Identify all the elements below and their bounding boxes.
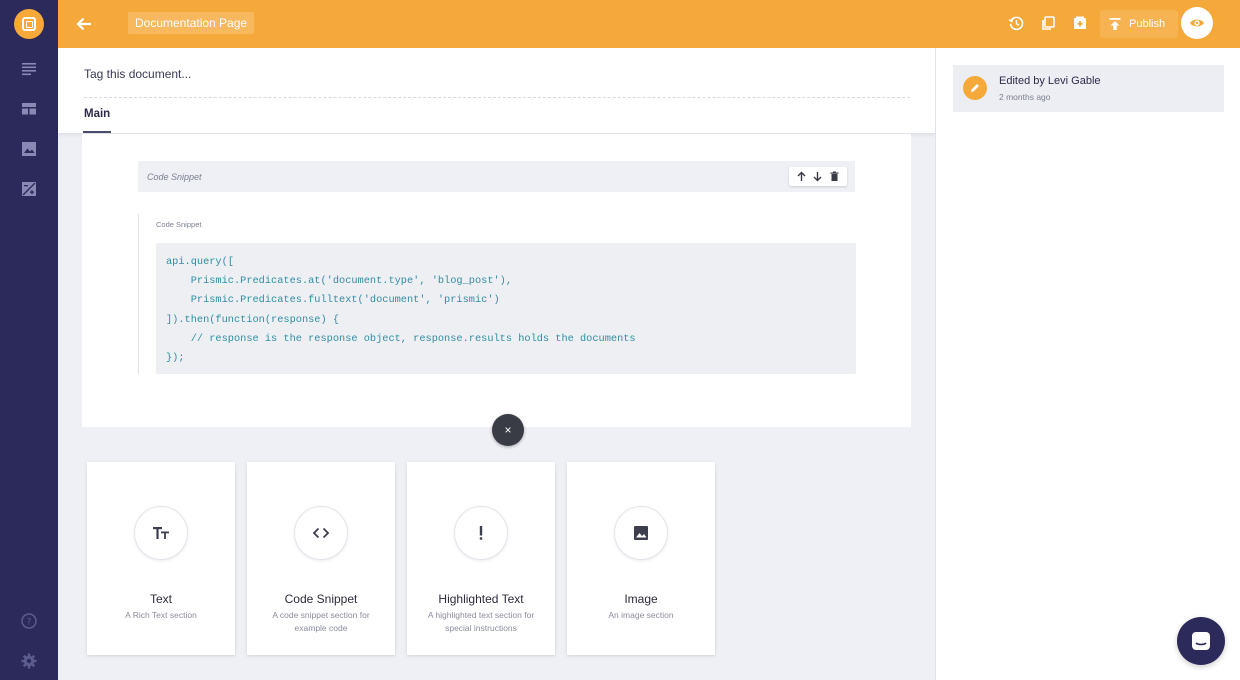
slice-choice-description: A Rich Text section xyxy=(125,610,197,620)
arrow-up-icon[interactable] xyxy=(796,171,807,182)
back-button[interactable] xyxy=(58,0,110,48)
list-icon[interactable] xyxy=(20,60,38,78)
eye-icon xyxy=(1190,19,1204,27)
slice-choice-title: Image xyxy=(624,592,658,606)
code-line: Prismic.Predicates.at('document.type', '… xyxy=(166,275,513,288)
code-line: }); xyxy=(166,351,185,364)
code-snippet-field: Code Snippet api.query([ Prismic.Predica… xyxy=(138,214,856,374)
slice-choice-code-snippet[interactable]: Code Snippet A code snippet section for … xyxy=(247,462,395,655)
upload-icon xyxy=(1109,18,1121,30)
slice-header-label: Code Snippet xyxy=(147,172,202,182)
duplicate-icon[interactable] xyxy=(1040,15,1056,31)
prismic-logo[interactable] xyxy=(14,9,44,39)
history-panel: Edited by Levi Gable 2 months ago xyxy=(935,48,1240,680)
code-line: Prismic.Predicates.fulltext('document', … xyxy=(166,294,500,307)
image-icon[interactable] xyxy=(20,140,38,158)
top-bar: Documentation Page Publish xyxy=(58,0,1240,48)
publish-button[interactable]: Publish xyxy=(1100,10,1178,38)
preview-button[interactable] xyxy=(1181,7,1213,39)
exposure-icon[interactable] xyxy=(20,180,38,198)
exclamation-icon xyxy=(454,506,508,560)
slice-choice-description: An image section xyxy=(608,610,674,620)
code-line: // response is the response object, resp… xyxy=(166,332,636,345)
arrow-left-icon xyxy=(76,17,91,31)
document-title[interactable]: Documentation Page xyxy=(128,12,255,34)
slice-choice-title: Code Snippet xyxy=(284,592,358,606)
code-line: ]).then(function(response) { xyxy=(166,313,340,326)
slice-choice-highlighted-text[interactable]: Highlighted Text A highlighted text sect… xyxy=(407,462,555,655)
save-icon[interactable] xyxy=(1072,15,1088,31)
edit-history-time: 2 months ago xyxy=(999,92,1051,102)
close-slice-picker-button[interactable]: × xyxy=(492,414,524,446)
left-navigation: ? xyxy=(0,0,58,680)
pencil-icon xyxy=(963,76,987,100)
trash-icon[interactable] xyxy=(829,171,840,182)
document-header: Tag this document... Main xyxy=(58,48,935,134)
slice-choice-title: Highlighted Text xyxy=(438,592,524,606)
tab-main[interactable]: Main xyxy=(83,108,112,133)
publish-label: Publish xyxy=(1129,18,1166,30)
slice-choice-image[interactable]: Image An image section xyxy=(567,462,715,655)
field-label: Code Snippet xyxy=(156,220,202,229)
code-editor[interactable]: api.query([ Prismic.Predicates.at('docum… xyxy=(156,243,856,374)
help-icon[interactable]: ? xyxy=(20,612,38,630)
edit-history-item[interactable]: Edited by Levi Gable 2 months ago xyxy=(953,65,1224,112)
chat-support-button[interactable] xyxy=(1177,617,1225,665)
history-icon[interactable] xyxy=(1008,15,1024,31)
text-format-icon xyxy=(134,506,188,560)
chat-icon xyxy=(1192,632,1210,650)
tag-input[interactable]: Tag this document... xyxy=(84,66,910,98)
slice-choice-description: A highlighted text section for special i… xyxy=(427,610,535,633)
code-icon xyxy=(294,506,348,560)
code-line: api.query([ xyxy=(166,256,234,268)
layout-icon[interactable] xyxy=(20,100,38,118)
slice-choice-title: Text xyxy=(149,592,172,606)
slice-panel: Code Snippet Code Snippet api.query([ Pr… xyxy=(82,134,911,427)
slice-choice-description: A code snippet section for example code xyxy=(272,610,370,633)
image-icon xyxy=(614,506,668,560)
slice-controls xyxy=(789,167,847,186)
arrow-down-icon[interactable] xyxy=(812,171,823,182)
edit-history-title: Edited by Levi Gable xyxy=(999,75,1101,87)
slice-choice-text[interactable]: Text A Rich Text section xyxy=(87,462,235,655)
gear-icon[interactable] xyxy=(20,652,38,670)
slice-header: Code Snippet xyxy=(138,161,855,192)
svg-text:?: ? xyxy=(27,618,32,628)
